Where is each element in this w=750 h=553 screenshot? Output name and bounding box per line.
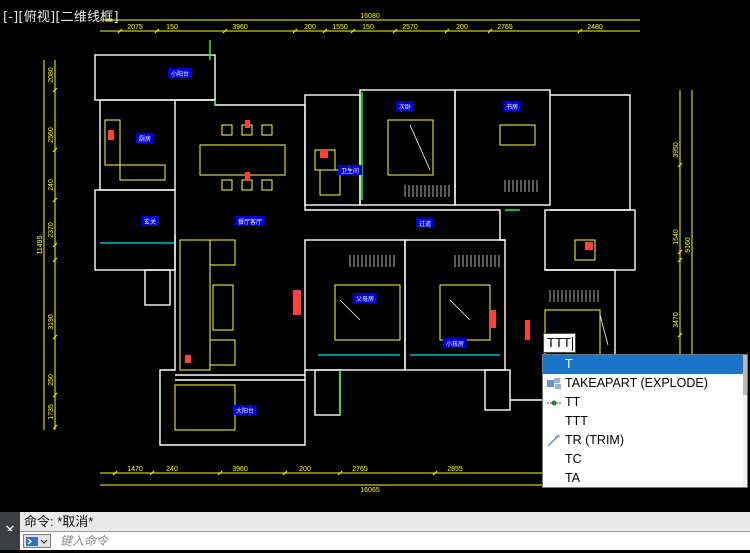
bed-details	[339, 124, 609, 346]
dimension-text: 240	[48, 179, 55, 191]
dimension-text: 2570	[402, 24, 418, 31]
recent-commands-button[interactable]	[23, 534, 51, 548]
drawing-canvas[interactable]: 16080 2075 150 3960 200 1550 150 2570 200 2765 248…	[0, 0, 750, 512]
room-label: 小阳台	[168, 68, 192, 78]
autocomplete-item[interactable]: TAKEAPART (EXPLODE)	[543, 374, 747, 393]
dimension-text: 3190	[48, 314, 55, 330]
wardrobe-hatching	[349, 180, 599, 302]
room-label: 大阳台	[233, 405, 257, 415]
dimension-text: 250	[48, 374, 55, 386]
dimension-text: 3960	[232, 466, 248, 473]
dimension-text: 240	[166, 466, 178, 473]
scrollbar-thumb[interactable]	[743, 355, 747, 395]
dimension-text: 2480	[587, 24, 603, 31]
autocomplete-item-label: TC	[565, 452, 582, 466]
dimension-text: 150	[166, 24, 178, 31]
room-label: 次卧	[396, 101, 414, 111]
autocomplete-item[interactable]: TTT	[543, 412, 747, 431]
dimension-text: 2080	[48, 67, 55, 83]
autocomplete-item[interactable]: TA	[543, 469, 747, 487]
dimension-text: 1550	[332, 24, 348, 31]
svg-text:小阳台: 小阳台	[171, 70, 189, 78]
autocomplete-items: T TAKEAPART (EXPLODE) TT TTT TR (TRIM) TC TA	[543, 355, 747, 487]
autocomplete-item[interactable]: T	[543, 355, 743, 374]
explode-icon	[547, 378, 561, 389]
dimension-text: 2765	[497, 24, 513, 31]
svg-text:过道: 过道	[419, 220, 431, 228]
svg-text:父母房: 父母房	[356, 295, 374, 303]
dimension-text: 2075	[127, 24, 143, 31]
svg-text:小孩房: 小孩房	[446, 340, 464, 348]
dimension-text: 1540	[673, 229, 680, 245]
command-autocomplete-list[interactable]: T TAKEAPART (EXPLODE) TT TTT TR (TRIM) TC TA	[542, 354, 748, 488]
autocomplete-item[interactable]: TT	[543, 393, 747, 412]
dimension-text: 3470	[673, 312, 680, 328]
svg-text:大阳台: 大阳台	[236, 407, 254, 415]
svg-text:餐厅客厅: 餐厅客厅	[238, 218, 262, 226]
room-labels: 小阳台厨房玄关 餐厅客厅 卫生间 次卧 书房过道父母房小孩房大阳台	[136, 68, 521, 415]
svg-text:玄关: 玄关	[144, 218, 156, 226]
svg-text:厨房: 厨房	[139, 135, 151, 143]
svg-text:次卧: 次卧	[399, 103, 411, 111]
dimension-text: 3960	[232, 24, 248, 31]
autocomplete-item-label: TA	[565, 471, 581, 485]
dimension-text: 1735	[48, 404, 55, 420]
command-line-panel: ✕ 命令: *取消* 键入命令	[0, 512, 750, 550]
dimension-text: 11495	[37, 235, 44, 254]
autocomplete-item[interactable]: TC	[543, 450, 747, 469]
room-label: 小孩房	[443, 338, 467, 348]
autocomplete-item-label: TR (TRIM)	[565, 433, 625, 447]
autocomplete-item-label: TAKEAPART (EXPLODE)	[565, 376, 708, 390]
room-label: 玄关	[141, 216, 159, 226]
dimension-text: 1470	[127, 466, 143, 473]
dynamic-input-value: TTT	[547, 335, 571, 350]
command-prompt-icon	[26, 537, 48, 546]
dimension-text: 2370	[48, 222, 55, 238]
window-lines	[209, 40, 520, 415]
autocomplete-scrollbar[interactable]	[743, 355, 747, 487]
dimension-text: 2855	[447, 466, 463, 473]
dimension-text: 200	[456, 24, 468, 31]
room-label: 书房	[503, 101, 521, 111]
dimension-text: 9160	[685, 237, 692, 253]
text-caret	[571, 336, 573, 351]
dynamic-input-field[interactable]: TTT	[543, 333, 576, 353]
tracking-point-icon	[547, 400, 561, 406]
dimension-text: 2560	[48, 127, 55, 143]
dimension-text: 16080	[360, 13, 380, 20]
room-label: 卫生间	[338, 165, 362, 175]
room-label: 餐厅客厅	[235, 216, 265, 226]
svg-text:书房: 书房	[506, 103, 518, 111]
room-label: 父母房	[353, 293, 377, 303]
autocomplete-item-label: T	[565, 357, 573, 371]
viewport-label[interactable]: [-][俯视][二维线框]	[3, 6, 119, 25]
dimension-text: 150	[362, 24, 374, 31]
room-label: 厨房	[136, 133, 154, 143]
autocomplete-item-label: TT	[565, 395, 581, 409]
trim-icon	[547, 434, 561, 447]
command-history: 命令: *取消*	[20, 512, 750, 531]
dimension-text: 200	[299, 466, 311, 473]
room-label: 过道	[416, 218, 434, 228]
command-input-row[interactable]: 键入命令	[20, 531, 750, 550]
autocomplete-item[interactable]: TR (TRIM)	[543, 431, 747, 450]
autocomplete-item-label: TTT	[565, 414, 588, 428]
dimension-text: 16065	[360, 487, 380, 494]
command-input[interactable]: 键入命令	[60, 532, 108, 550]
command-line-grip[interactable]	[0, 531, 20, 550]
red-fixtures	[108, 120, 593, 363]
dimension-text: 2765	[352, 466, 368, 473]
dimension-text: 3950	[673, 142, 680, 158]
dimension-text: 200	[304, 24, 316, 31]
svg-text:卫生间: 卫生间	[341, 167, 359, 175]
